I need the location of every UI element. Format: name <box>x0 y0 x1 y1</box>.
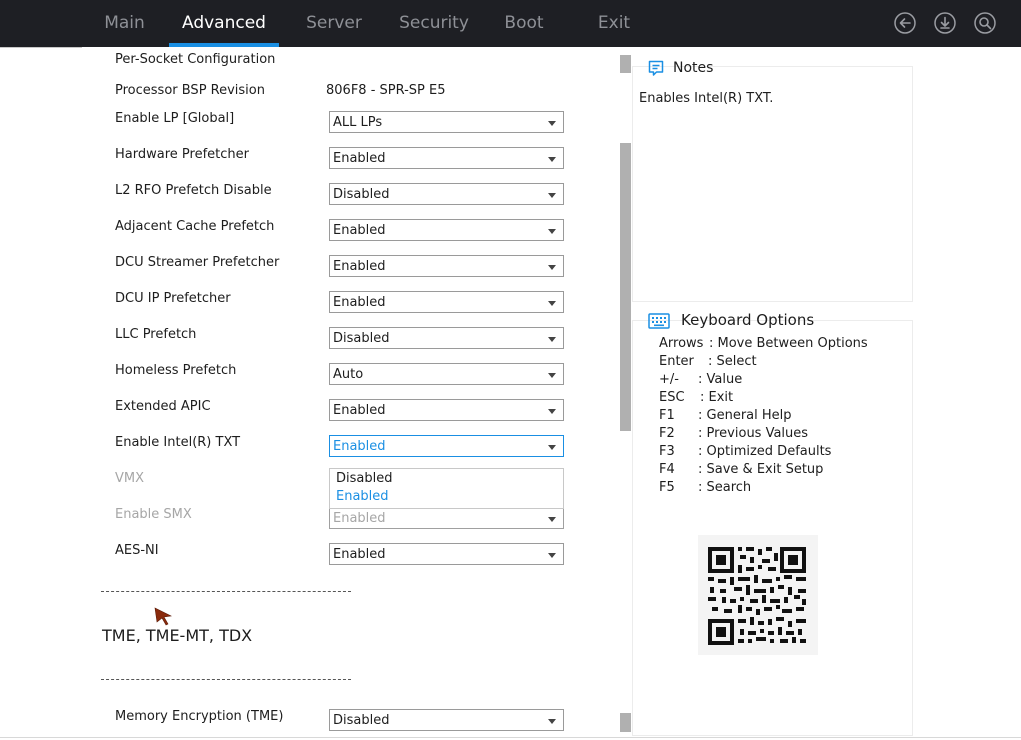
keyboard-icon <box>648 312 670 330</box>
setting-label: Homeless Prefetch <box>115 363 237 378</box>
hardware-prefetcher-select[interactable]: Enabled <box>329 147 564 169</box>
scroll-up-button[interactable] <box>620 55 631 73</box>
left-divider <box>0 47 82 48</box>
setting-label: VMX <box>115 471 145 486</box>
select-value: Enabled <box>333 259 386 274</box>
keyboard-hint: F1: General Help <box>659 408 792 423</box>
chevron-down-icon <box>548 157 556 162</box>
keyboard-hint: F2: Previous Values <box>659 426 809 441</box>
tab-security[interactable]: Security <box>389 0 479 47</box>
chevron-down-icon <box>548 719 556 724</box>
l2-rfo-prefetch-select[interactable]: Disabled <box>329 183 564 205</box>
scrollbar-thumb[interactable] <box>620 143 631 431</box>
adjacent-cache-prefetch-select[interactable]: Enabled <box>329 219 564 241</box>
keyboard-hint: Arrows: Move Between Options <box>659 336 868 351</box>
chevron-down-icon <box>548 409 556 414</box>
keyboard-hint: F4: Save & Exit Setup <box>659 462 824 477</box>
setting-label: DCU Streamer Prefetcher <box>115 255 280 270</box>
chevron-down-icon <box>548 229 556 234</box>
notes-icon <box>647 59 665 77</box>
enable-lp-select[interactable]: ALL LPs <box>329 111 564 133</box>
mouse-pointer-icon <box>154 606 174 626</box>
setting-label: Enable Intel(R) TXT <box>115 435 241 450</box>
search-icon[interactable] <box>974 12 996 34</box>
tab-exit[interactable]: Exit <box>587 0 641 47</box>
bsp-revision-value: 806F8 - SPR-SP E5 <box>326 83 446 98</box>
keyboard-hint: +/-: Value <box>659 372 743 387</box>
chevron-down-icon <box>548 193 556 198</box>
setting-label: Memory Encryption (TME) <box>115 709 284 724</box>
keyboard-hint: F5: Search <box>659 480 752 495</box>
llc-prefetch-select[interactable]: Disabled <box>329 327 564 349</box>
dropdown-option-enabled[interactable]: Enabled <box>336 489 389 504</box>
tab-server[interactable]: Server <box>295 0 373 47</box>
bottom-border <box>0 737 1021 738</box>
select-value: Enabled <box>333 511 386 526</box>
select-value: Enabled <box>333 403 386 418</box>
dcu-ip-prefetcher-select[interactable]: Enabled <box>329 291 564 313</box>
chevron-down-icon <box>548 445 556 450</box>
active-tab-indicator <box>169 43 279 47</box>
select-value: ALL LPs <box>333 115 383 130</box>
download-icon[interactable] <box>934 12 956 34</box>
setting-label: Enable SMX <box>115 507 192 522</box>
section-title: TME, TME-MT, TDX <box>102 626 253 645</box>
chevron-down-icon <box>548 373 556 378</box>
setting-label: DCU IP Prefetcher <box>115 291 231 306</box>
select-value: Disabled <box>333 331 390 346</box>
qr-code-image <box>698 535 818 655</box>
keyboard-hint: F3: Optimized Defaults <box>659 444 832 459</box>
select-value: Enabled <box>333 439 386 454</box>
bsp-revision-label: Processor BSP Revision <box>115 83 265 98</box>
setting-label: AES-NI <box>115 543 159 558</box>
setting-label: Enable LP [Global] <box>115 111 235 126</box>
select-value: Disabled <box>333 713 390 728</box>
setting-label: L2 RFO Prefetch Disable <box>115 183 272 198</box>
setting-label: Hardware Prefetcher <box>115 147 249 162</box>
chevron-down-icon <box>548 301 556 306</box>
keyboard-hint: Enter: Select <box>659 354 757 369</box>
homeless-prefetch-select[interactable]: Auto <box>329 363 564 385</box>
keyboard-hint: ESC: Exit <box>659 390 734 405</box>
tab-boot[interactable]: Boot <box>494 0 554 47</box>
setting-label: LLC Prefetch <box>115 327 197 342</box>
enable-txt-select[interactable]: Enabled <box>329 435 564 457</box>
select-value: Disabled <box>333 187 390 202</box>
txt-dropdown-list: Disabled Enabled <box>329 468 564 509</box>
extended-apic-select[interactable]: Enabled <box>329 399 564 421</box>
setting-label: Adjacent Cache Prefetch <box>115 219 275 234</box>
notes-title: Notes <box>673 60 714 76</box>
select-value: Enabled <box>333 547 386 562</box>
aes-ni-select[interactable]: Enabled <box>329 543 564 565</box>
select-value: Enabled <box>333 295 386 310</box>
separator-line <box>101 679 351 680</box>
chevron-down-icon <box>548 337 556 342</box>
chevron-down-icon <box>548 517 556 522</box>
dcu-streamer-prefetcher-select[interactable]: Enabled <box>329 255 564 277</box>
scroll-down-button[interactable] <box>620 713 631 732</box>
enable-smx-select: Enabled <box>329 507 564 529</box>
top-nav-bar: Main Advanced Server Security Boot Exit <box>0 0 1021 47</box>
back-icon[interactable] <box>894 12 916 34</box>
separator-line <box>101 591 351 592</box>
select-value: Enabled <box>333 151 386 166</box>
dropdown-option-disabled[interactable]: Disabled <box>336 471 392 486</box>
memory-encryption-select[interactable]: Disabled <box>329 709 564 731</box>
chevron-down-icon <box>548 121 556 126</box>
setting-label: Extended APIC <box>115 399 211 414</box>
per-socket-header: Per-Socket Configuration <box>115 52 276 67</box>
notes-text: Enables Intel(R) TXT. <box>639 91 774 106</box>
select-value: Enabled <box>333 223 386 238</box>
tab-main[interactable]: Main <box>96 0 153 47</box>
keyboard-options-title: Keyboard Options <box>681 311 815 329</box>
select-value: Auto <box>333 367 364 382</box>
tab-advanced[interactable]: Advanced <box>169 0 279 47</box>
chevron-down-icon <box>548 265 556 270</box>
chevron-down-icon <box>548 553 556 558</box>
